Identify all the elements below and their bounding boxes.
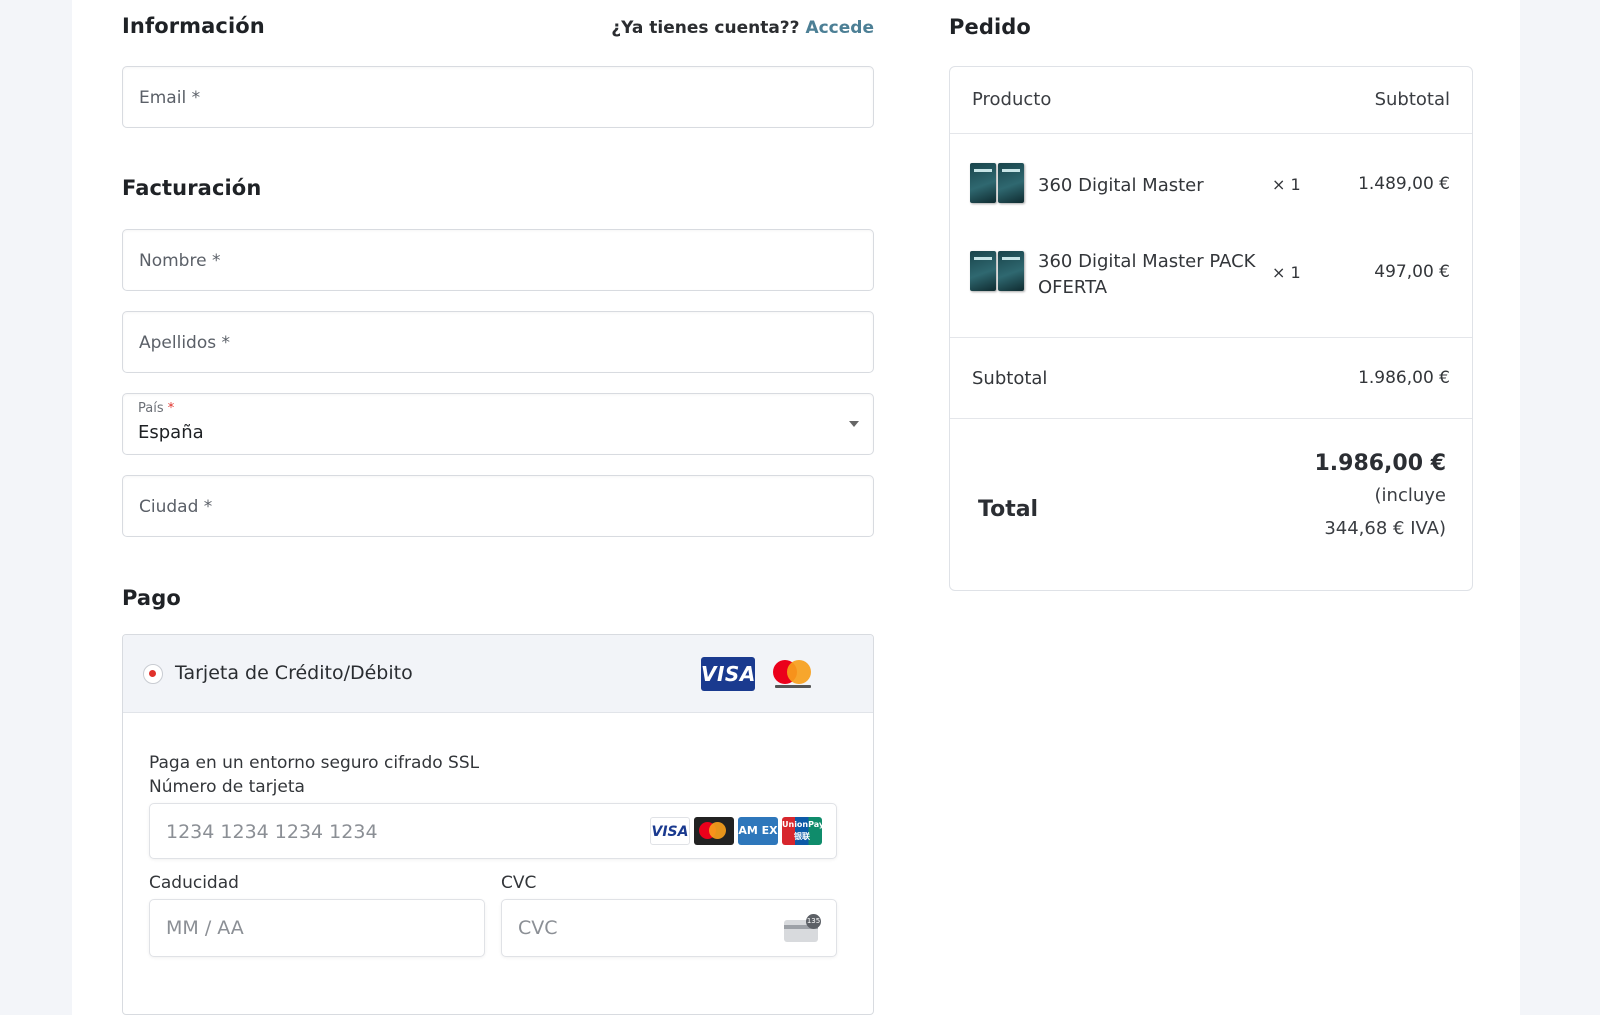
pais-select[interactable]: País * España	[122, 393, 874, 455]
subtotal-value: 1.986,00 €	[1358, 368, 1450, 388]
pais-value: España	[138, 422, 204, 443]
order-summary: Producto Subtotal 360 Digital Master × 1…	[949, 66, 1473, 591]
card-number-label: Número de tarjeta	[149, 777, 305, 797]
email-placeholder: Email *	[139, 88, 201, 108]
product-name: 360 Digital Master PACK OFERTA	[1038, 251, 1256, 298]
cvc-placeholder: CVC	[518, 917, 558, 939]
mastercard-icon	[694, 817, 734, 845]
card-number-placeholder: 1234 1234 1234 1234	[166, 821, 378, 843]
product-price: 497,00 €	[1374, 262, 1450, 282]
expiry-placeholder: MM / AA	[166, 917, 244, 939]
email-field[interactable]: Email *	[122, 66, 874, 128]
payment-method-option[interactable]: Tarjeta de Crédito/Débito VISA	[123, 635, 873, 713]
product-price: 1.489,00 €	[1358, 174, 1450, 194]
column-header-product: Producto	[972, 89, 1052, 110]
pago-title: Pago	[122, 586, 181, 610]
total-label: Total	[978, 497, 1039, 522]
nombre-field[interactable]: Nombre *	[122, 229, 874, 291]
visa-logo-icon: VISA	[701, 657, 755, 691]
order-item: 360 Digital Master × 1 1.489,00 €	[950, 163, 1472, 223]
card-number-input[interactable]: 1234 1234 1234 1234 VISA AM EX UnionPay …	[149, 803, 837, 859]
login-prompt-text: ¿Ya tienes cuenta??	[611, 18, 800, 38]
product-qty: × 1	[1272, 263, 1301, 282]
checkout-page: Información ¿Ya tienes cuenta?? Accede E…	[72, 0, 1520, 1015]
chevron-down-icon[interactable]	[849, 421, 859, 427]
payment-box: Tarjeta de Crédito/Débito VISA Paga en u…	[122, 634, 874, 1015]
product-thumbnail	[970, 163, 1026, 207]
product-qty: × 1	[1272, 175, 1301, 194]
pais-label: País *	[138, 401, 174, 416]
secure-notice: Paga en un entorno seguro cifrado SSL	[149, 753, 480, 773]
informacion-title: Información	[122, 14, 265, 38]
expiry-input[interactable]: MM / AA	[149, 899, 485, 957]
cvc-card-icon: 135	[784, 914, 821, 942]
login-link[interactable]: Accede	[805, 18, 874, 38]
mastercard-logo-icon	[769, 657, 815, 691]
order-table-header: Producto Subtotal	[950, 67, 1472, 134]
cvc-icon-number: 135	[806, 914, 821, 929]
nombre-placeholder: Nombre *	[139, 251, 221, 271]
apellidos-field[interactable]: Apellidos *	[122, 311, 874, 373]
subtotal-label: Subtotal	[972, 368, 1048, 389]
unionpay-icon: UnionPay 银联	[782, 817, 824, 845]
payment-method-radio[interactable]	[143, 664, 163, 684]
facturacion-title: Facturación	[122, 176, 262, 200]
order-item: 360 Digital Master PACK OFERTA × 1 497,0…	[950, 251, 1472, 311]
pedido-title: Pedido	[949, 15, 1031, 39]
ciudad-field[interactable]: Ciudad *	[122, 475, 874, 537]
required-asterisk: *	[167, 401, 175, 416]
order-subtotal-row: Subtotal 1.986,00 €	[950, 337, 1472, 419]
amex-icon: AM EX	[738, 817, 778, 845]
apellidos-placeholder: Apellidos *	[139, 333, 231, 353]
tax-note-line2: 344,68 € IVA)	[1324, 518, 1446, 539]
visa-icon: VISA	[650, 817, 690, 845]
column-header-subtotal: Subtotal	[1374, 89, 1450, 110]
tax-note-line1: (incluye	[1374, 485, 1446, 506]
cvc-input[interactable]: CVC 135	[501, 899, 837, 957]
expiry-label: Caducidad	[149, 873, 239, 893]
payment-method-label[interactable]: Tarjeta de Crédito/Débito	[175, 662, 413, 684]
ciudad-placeholder: Ciudad *	[139, 497, 213, 517]
login-prompt: ¿Ya tienes cuenta?? Accede	[611, 18, 874, 38]
total-value: 1.986,00 €	[1314, 451, 1446, 476]
product-thumbnail	[970, 251, 1026, 295]
product-name: 360 Digital Master	[1038, 175, 1204, 196]
pais-label-text: País	[138, 401, 164, 416]
cvc-label: CVC	[501, 873, 537, 893]
